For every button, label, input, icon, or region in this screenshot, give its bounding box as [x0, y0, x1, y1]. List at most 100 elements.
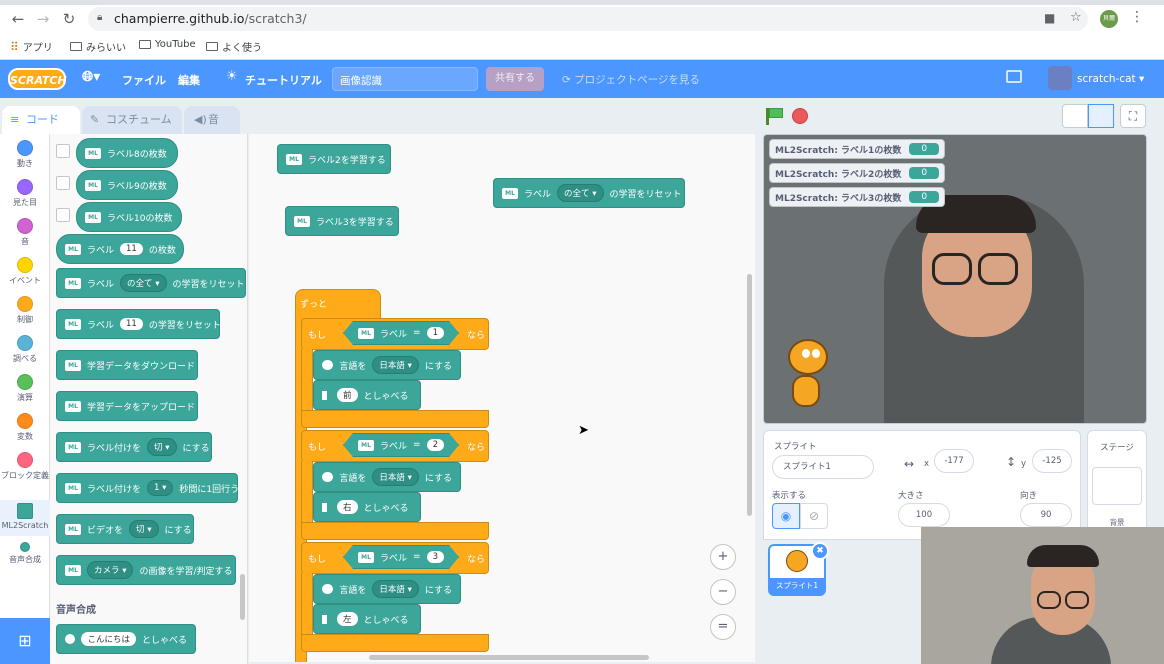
block-speak-1[interactable]: 前としゃべる [313, 380, 421, 410]
language-dropdown[interactable]: 日本語 ▾ [372, 356, 419, 374]
bookmark-mirai[interactable]: みらいい [70, 39, 126, 54]
tab-sound[interactable]: ◀︎) 音 [184, 106, 240, 134]
lightbulb-icon[interactable]: ☀ [226, 69, 238, 84]
stage[interactable]: ML2Scratch: ラベル1の枚数 0 ML2Scratch: ラベル2の枚数… [763, 134, 1147, 424]
value-input[interactable]: 3 [427, 551, 444, 563]
sprite-name-input[interactable]: スプライト1 [772, 455, 874, 479]
block-labeling-toggle[interactable]: ML ラベル付けを切 ▾ にする [56, 432, 212, 462]
size-input[interactable]: 100 [898, 503, 950, 527]
interval-dropdown[interactable]: 1 ▾ [147, 480, 174, 496]
bookmark-yoku[interactable]: よく使う [206, 39, 262, 54]
fullscreen-icon[interactable]: ⛶ [1120, 104, 1146, 128]
show-eye-icon[interactable]: ◉ [772, 503, 800, 529]
back-icon[interactable]: ← [9, 10, 27, 28]
file-menu[interactable]: ファイル [122, 72, 166, 88]
condition-label-eq-3[interactable]: ML ラベル = 3 [343, 545, 459, 569]
block-reset-n[interactable]: ML ラベル 11 の学習をリセット [56, 309, 221, 339]
script-horizontal-scrollbar[interactable] [369, 655, 649, 660]
text-input[interactable]: 左 [337, 612, 358, 626]
user-avatar[interactable] [1048, 66, 1072, 90]
block-speak-3[interactable]: 左としゃべる [313, 604, 421, 634]
category-variables[interactable]: 変数 [0, 413, 50, 442]
video-dropdown[interactable]: 切 ▾ [129, 520, 159, 538]
block-upload[interactable]: ML 学習データをアップロード [56, 391, 198, 421]
backdrop-thumbnail[interactable] [1092, 467, 1142, 505]
stop-sign-icon[interactable] [792, 108, 808, 124]
tab-code[interactable]: ≡ コード [2, 106, 80, 134]
block-download[interactable]: ML 学習データをダウンロード [56, 350, 198, 380]
category-control[interactable]: 制御 [0, 296, 50, 325]
category-sound[interactable]: 音 [0, 218, 50, 247]
zoom-reset-button[interactable]: = [710, 614, 736, 640]
block-label9-count[interactable]: ML ラベル9の枚数 [76, 170, 178, 200]
block-set-language-3[interactable]: 言語を 日本語 ▾ にする [313, 574, 461, 604]
large-stage-button[interactable] [1088, 104, 1114, 128]
label-dropdown[interactable]: の全て ▾ [557, 184, 604, 202]
category-looks[interactable]: 見た目 [0, 179, 50, 208]
small-stage-button[interactable] [1062, 104, 1088, 128]
block-learn-label2[interactable]: ML ラベル2を学習する [277, 144, 391, 174]
number-input[interactable]: 11 [120, 318, 143, 330]
value-input[interactable]: 1 [427, 327, 444, 339]
label-dropdown[interactable]: の全て ▾ [120, 274, 167, 292]
edit-menu[interactable]: 編集 [178, 72, 200, 88]
scratch-logo[interactable]: SCRATCH [8, 68, 67, 90]
direction-input[interactable]: 90 [1020, 503, 1072, 527]
labeling-dropdown[interactable]: 切 ▾ [147, 438, 177, 456]
category-sensing[interactable]: 調べる [0, 335, 50, 364]
project-title-input[interactable]: 画像認識 [332, 67, 478, 91]
palette-scrollbar[interactable] [240, 574, 245, 620]
globe-icon[interactable]: 🌐︎▾ [82, 69, 100, 85]
block-set-language-1[interactable]: 言語を 日本語 ▾ にする [313, 350, 461, 380]
text-input[interactable]: こんにちは [81, 632, 136, 646]
language-dropdown[interactable]: 日本語 ▾ [372, 580, 419, 598]
block-reset-all[interactable]: ML ラベル の全て ▾ の学習をリセット [56, 268, 246, 298]
script-area[interactable]: ML ラベル2を学習する ML ラベル3を学習する ML ラベル の全て ▾ の学習をリセ… [249, 134, 755, 662]
block-video-toggle[interactable]: ML ビデオを切 ▾ にする [56, 514, 194, 544]
block-speak[interactable]: こんにちは としゃべる [56, 624, 196, 654]
block-labeling-interval[interactable]: ML ラベル付けを 1 ▾ 秒間に1回行う [56, 473, 239, 503]
text-input[interactable]: 前 [337, 388, 358, 402]
condition-label-eq-2[interactable]: ML ラベル = 2 [343, 433, 459, 457]
scratch-cat-sprite[interactable] [778, 339, 834, 417]
block-set-language-2[interactable]: 言語を 日本語 ▾ にする [313, 462, 461, 492]
trash-icon[interactable]: ✖ [811, 542, 829, 560]
tab-costume[interactable]: ✎ コスチューム [82, 106, 182, 134]
address-bar[interactable]: 🔒︎ champierre.github.io/scratch3/ ■ ☆ [88, 7, 1088, 31]
number-input[interactable]: 11 [120, 243, 143, 255]
bookmark-youtube[interactable]: YouTube [139, 39, 196, 50]
category-text2speech[interactable]: 音声合成 [0, 542, 50, 565]
block-label8-count[interactable]: ML ラベル8の枚数 [76, 138, 178, 168]
green-flag-icon[interactable] [769, 108, 783, 118]
y-input[interactable]: -125 [1032, 449, 1072, 473]
condition-label-eq-1[interactable]: ML ラベル = 1 [343, 321, 459, 345]
star-icon[interactable]: ☆ [1070, 10, 1082, 25]
my-stuff-folder-icon[interactable] [1006, 70, 1022, 83]
bookmark-apps[interactable]: ⠿ アプリ [10, 39, 53, 55]
checkbox-label10[interactable] [56, 208, 70, 222]
value-input[interactable]: 2 [427, 439, 444, 451]
add-extension-button[interactable]: ⊞ [0, 618, 50, 664]
block-speak-2[interactable]: 右としゃべる [313, 492, 421, 522]
category-events[interactable]: イベント [0, 257, 50, 286]
share-button[interactable]: 共有する [486, 67, 544, 91]
tutorial-menu[interactable]: チュートリアル [245, 72, 322, 88]
language-dropdown[interactable]: 日本語 ▾ [372, 468, 419, 486]
zoom-in-button[interactable]: + [710, 544, 736, 570]
block-label-n-count[interactable]: ML ラベル 11 の枚数 [56, 234, 184, 264]
profile-avatar[interactable]: 貝爾 [1100, 10, 1118, 28]
block-learn-label3[interactable]: ML ラベル3を学習する [285, 206, 399, 236]
forward-icon[interactable]: → [34, 10, 52, 28]
category-my-blocks[interactable]: ブロック定義 [0, 452, 50, 481]
zoom-out-button[interactable]: − [710, 579, 736, 605]
category-ml2scratch[interactable]: ML2Scratch [0, 500, 50, 536]
hide-eye-icon[interactable]: ⊘ [800, 503, 828, 529]
see-project-page-button[interactable]: ⟳ プロジェクトページを見る [562, 72, 700, 87]
kebab-menu-icon[interactable]: ⋮ [1130, 9, 1144, 25]
camera-dropdown[interactable]: カメラ ▾ [87, 561, 134, 579]
x-input[interactable]: -177 [934, 449, 974, 473]
script-vertical-scrollbar[interactable] [747, 274, 752, 516]
reload-icon[interactable]: ↻ [60, 10, 78, 28]
category-operators[interactable]: 演算 [0, 374, 50, 403]
block-reset-all-script[interactable]: ML ラベル の全て ▾ の学習をリセット [493, 178, 685, 208]
